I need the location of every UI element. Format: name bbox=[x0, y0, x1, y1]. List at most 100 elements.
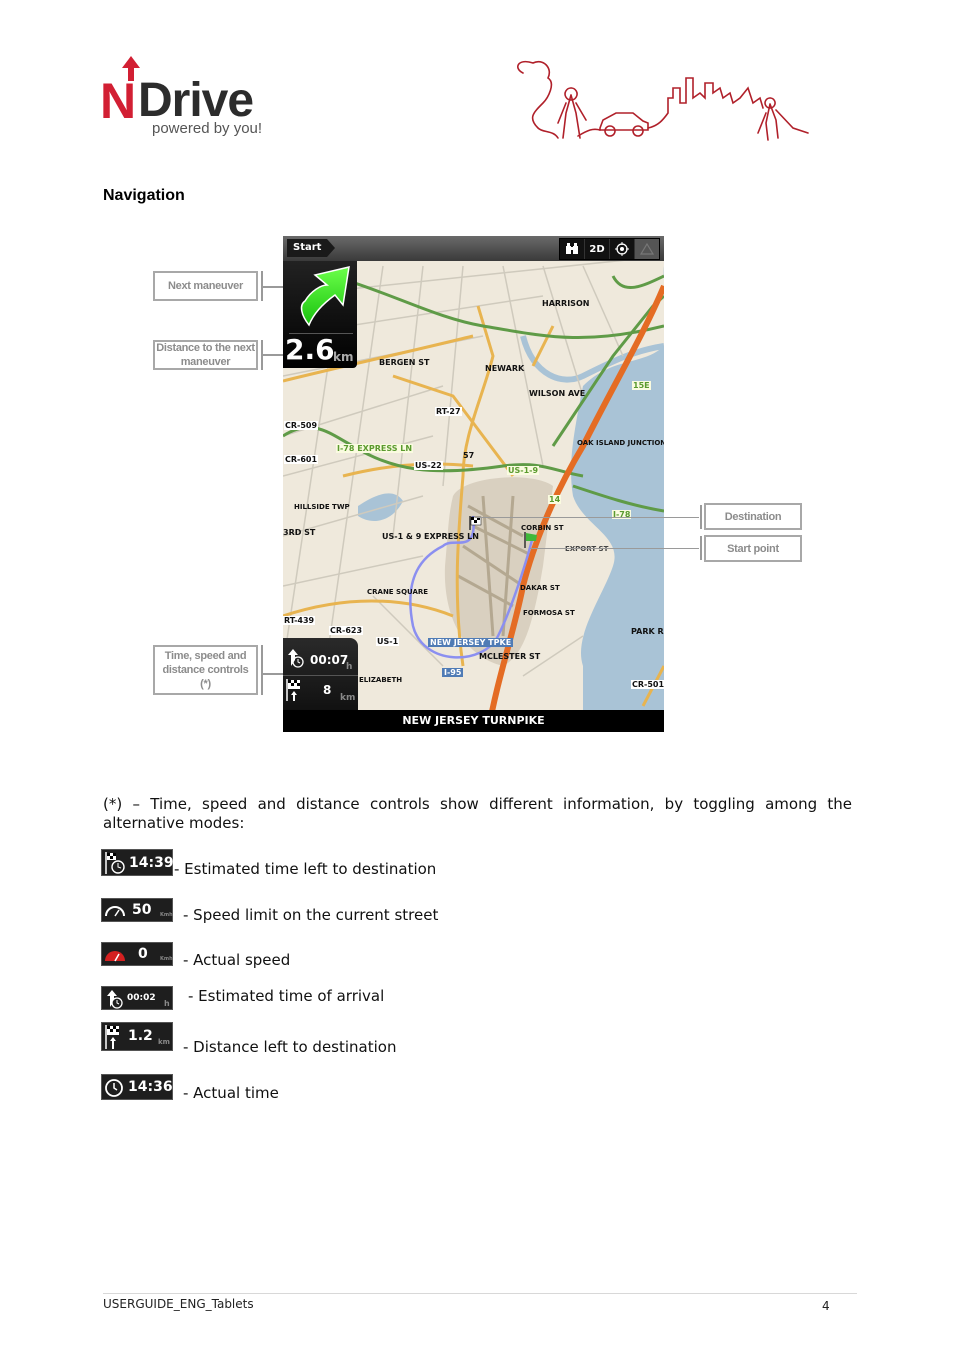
map-label: CR-623 bbox=[329, 626, 364, 635]
map-label: CR-601 bbox=[284, 455, 319, 464]
map-label: 57 bbox=[463, 451, 475, 460]
logo-drive: Drive bbox=[138, 74, 254, 127]
map-label: US-1 & 9 EXPRESS LN bbox=[382, 532, 479, 541]
map-label: CORBIN ST bbox=[521, 524, 564, 532]
next-maneuver-panel: 2.6 km bbox=[283, 261, 357, 368]
logo-tagline: powered by you! bbox=[152, 120, 263, 137]
map-label: US-1-9 bbox=[507, 466, 540, 475]
mode-badge-distance: 1.2 km bbox=[101, 1022, 173, 1051]
warning-icon[interactable] bbox=[635, 239, 659, 259]
mode-unit: km bbox=[158, 1038, 170, 1046]
logo-n: N bbox=[100, 73, 136, 129]
turn-right-arrow-icon bbox=[300, 266, 350, 327]
map-label: DAKAR ST bbox=[520, 584, 560, 592]
flag-clock-icon bbox=[105, 852, 125, 874]
footer-divider bbox=[103, 1293, 857, 1294]
journey-banner-illustration bbox=[517, 60, 809, 141]
mode-description: - Estimated time of arrival bbox=[188, 987, 385, 1005]
mode-unit: Kmh bbox=[160, 956, 173, 962]
map-label: I-78 EXPRESS LN bbox=[336, 444, 414, 453]
map-top-bar: Start 2D bbox=[283, 236, 664, 261]
binoculars-icon[interactable] bbox=[560, 239, 585, 259]
map-label: RT-27 bbox=[435, 407, 462, 416]
map-label: ELIZABETH bbox=[359, 676, 403, 684]
distance-control[interactable]: 8 km bbox=[283, 676, 358, 710]
mode-value: 14:39 bbox=[129, 855, 174, 871]
arrow-clock-icon bbox=[107, 990, 123, 1009]
mode-description: - Actual time bbox=[183, 1084, 279, 1102]
mode-unit: Kmh bbox=[160, 912, 173, 918]
callout-bracket bbox=[700, 505, 702, 529]
callout-destination: Destination bbox=[704, 503, 802, 530]
mode-description: - Distance left to destination bbox=[183, 1038, 397, 1056]
map-label: EXPORT ST bbox=[565, 545, 609, 553]
intro-paragraph: (*) – Time, speed and distance controls … bbox=[103, 795, 852, 833]
map-label: 14 bbox=[548, 495, 562, 504]
map-label: BERGEN ST bbox=[379, 358, 430, 367]
callout-bracket bbox=[261, 645, 263, 695]
callout-leader bbox=[475, 517, 699, 518]
callout-next-maneuver: Next maneuver bbox=[153, 271, 258, 301]
map-label: I-95 bbox=[442, 668, 464, 677]
map-label: 3RD ST bbox=[283, 528, 316, 537]
eta-unit: h bbox=[346, 662, 353, 672]
map-label: OAK ISLAND JUNCTION bbox=[577, 439, 664, 447]
map-label: HILLSIDE TWP bbox=[294, 503, 350, 511]
mode-badge-eta-destination: 14:39 bbox=[101, 849, 174, 876]
maneuver-distance: 2.6 bbox=[285, 333, 335, 366]
view-mode-2d-button[interactable]: 2D bbox=[585, 239, 610, 259]
map-label: HARRISON bbox=[542, 299, 590, 308]
map-label: 15E bbox=[632, 381, 651, 390]
map-label: US-1 bbox=[376, 637, 400, 646]
start-button[interactable]: Start bbox=[287, 239, 337, 257]
start-flag-icon bbox=[524, 532, 537, 548]
map-label: NEWARK bbox=[485, 364, 525, 373]
mode-badge-speed-limit: 50 Kmh bbox=[101, 898, 173, 922]
map-label: CR-509 bbox=[284, 421, 319, 430]
mode-value: 0 bbox=[138, 946, 148, 962]
mode-unit: h bbox=[164, 999, 170, 1008]
footer-document-name: USERGUIDE_ENG_Tablets bbox=[103, 1297, 254, 1311]
map-label: PARK R bbox=[631, 627, 664, 636]
callout-leader bbox=[530, 548, 699, 549]
flag-distance-icon bbox=[105, 1025, 119, 1049]
maneuver-distance-unit: km bbox=[333, 350, 354, 364]
ndrive-logo: N Drive powered by you! bbox=[100, 56, 280, 142]
callout-start-point: Start point bbox=[704, 535, 802, 562]
mode-value: 14:36 bbox=[128, 1079, 173, 1095]
arrow-clock-icon bbox=[288, 649, 304, 668]
locate-icon[interactable] bbox=[610, 239, 635, 259]
mode-description: - Speed limit on the current street bbox=[183, 906, 439, 924]
map-label: WILSON AVE bbox=[529, 389, 586, 398]
eta-value: 00:07 bbox=[310, 653, 349, 667]
destination-flag-icon bbox=[469, 516, 482, 530]
navigation-map-screenshot: HARRISON BERGEN ST NEWARK WILSON AVE 15E… bbox=[283, 236, 664, 732]
map-label: CRANE SQUARE bbox=[367, 588, 429, 596]
mode-badge-eta: 00:02 h bbox=[101, 986, 173, 1010]
mode-badge-actual-time: 14:36 bbox=[101, 1074, 173, 1100]
mode-badge-actual-speed: 0 Kmh bbox=[101, 942, 173, 966]
callout-distance-next-maneuver: Distance to the next maneuver bbox=[153, 340, 258, 370]
mode-value: 1.2 bbox=[128, 1028, 153, 1044]
map-label: NEW JERSEY TPKE bbox=[428, 638, 514, 647]
map-label: MCLESTER ST bbox=[479, 652, 541, 661]
map-label: CR-501 bbox=[631, 680, 664, 689]
section-title: Navigation bbox=[103, 187, 185, 204]
callout-time-speed-distance: Time, speed and distance controls (*) bbox=[153, 645, 258, 695]
distance-unit: km bbox=[340, 693, 356, 703]
callout-bracket bbox=[700, 536, 702, 560]
map-label: FORMOSA ST bbox=[523, 609, 575, 617]
speedometer-icon bbox=[105, 906, 125, 917]
clock-icon bbox=[105, 1079, 123, 1097]
mode-value: 00:02 bbox=[127, 993, 156, 1003]
intro-line-2: alternative modes: bbox=[103, 814, 245, 832]
mode-value: 50 bbox=[132, 902, 152, 918]
intro-line-1: (*) – Time, speed and distance controls … bbox=[103, 795, 852, 813]
speedometer-red-icon bbox=[105, 951, 125, 962]
flag-distance-icon bbox=[286, 679, 300, 701]
eta-control[interactable]: 00:07 h bbox=[283, 640, 358, 674]
mode-description: - Actual speed bbox=[183, 951, 291, 969]
map-label: RT-439 bbox=[283, 616, 316, 625]
map-toolbar: 2D bbox=[559, 238, 660, 260]
time-speed-distance-controls[interactable]: 00:07 h 8 km bbox=[283, 638, 358, 710]
